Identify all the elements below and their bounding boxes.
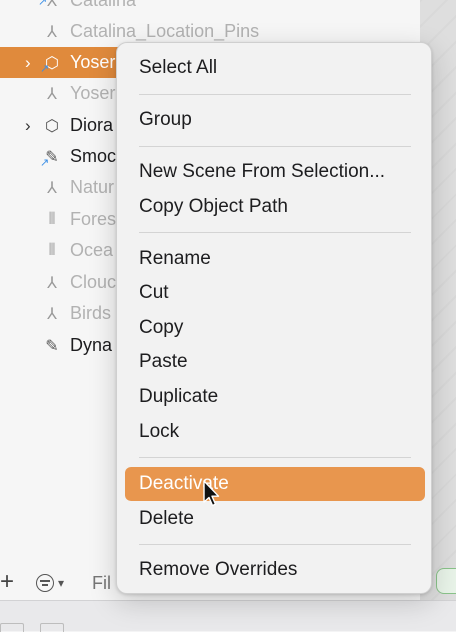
menu-separator	[139, 146, 411, 147]
node-icon: ⅄	[47, 85, 57, 103]
filter-icon	[36, 574, 54, 592]
menu-item-copy-object-path[interactable]: Copy Object Path	[125, 190, 425, 224]
menu-item-rename[interactable]: Rename	[125, 242, 425, 276]
outline-row-label: Diora	[70, 115, 114, 135]
chevron-right-icon[interactable]: ›	[25, 53, 31, 73]
menu-item-copy[interactable]: Copy	[125, 311, 425, 345]
override-badge-icon: ↗	[40, 157, 50, 169]
filter-menu-button[interactable]: ▾	[36, 568, 86, 598]
outline-row-label: Ocea	[70, 240, 114, 260]
menu-item-select-all[interactable]: Select All	[125, 51, 425, 85]
sound-icon: ⦀	[48, 210, 56, 228]
menu-item-duplicate[interactable]: Duplicate	[125, 380, 425, 414]
bottom-toolbar	[0, 600, 456, 632]
node-icon: ⅄	[47, 0, 57, 10]
menu-item-deactivate[interactable]: Deactivate	[125, 467, 425, 501]
menu-item-remove-overrides[interactable]: Remove Overrides	[125, 553, 425, 587]
sound-icon: ⦀	[48, 241, 56, 259]
outline-row-label: Birds	[70, 303, 112, 323]
menu-item-cut[interactable]: Cut	[125, 276, 425, 310]
toolbar-tab[interactable]	[0, 623, 24, 632]
menu-item-paste[interactable]: Paste	[125, 345, 425, 379]
outline-row-label: Catalina_Location_Pins	[70, 21, 260, 41]
node-icon: ⅄	[47, 305, 57, 323]
outline-row-label: Natur	[70, 177, 115, 197]
menu-item-new-scene-from-selection[interactable]: New Scene From Selection...	[125, 155, 425, 189]
paint-icon: ✎	[45, 337, 59, 355]
menu-separator	[139, 232, 411, 233]
outline-row-label: Dyna	[70, 335, 113, 355]
chevron-down-icon: ▾	[58, 576, 65, 590]
outline-row-label: Clouc	[70, 272, 117, 292]
outline-row-label: Yoser	[70, 52, 116, 72]
toolbar-tab[interactable]	[40, 623, 64, 632]
menu-item-group[interactable]: Group	[125, 103, 425, 137]
mouse-cursor-icon	[203, 480, 220, 507]
menu-separator	[139, 457, 411, 458]
menu-item-lock[interactable]: Lock	[125, 415, 425, 449]
add-icon[interactable]: +	[0, 570, 14, 594]
cube-icon: ⬡	[45, 117, 59, 135]
context-menu: Select All Group New Scene From Selectio…	[116, 42, 432, 594]
menu-separator	[139, 544, 411, 545]
chevron-right-icon[interactable]: ›	[25, 116, 31, 136]
override-badge-icon: ↗	[40, 63, 50, 75]
outline-row-label: Smoc	[70, 146, 117, 166]
node-icon: ⅄	[47, 274, 57, 292]
node-icon: ⅄	[47, 23, 57, 41]
outline-row-label: Catalina	[70, 0, 137, 10]
play-button[interactable]	[436, 568, 456, 594]
outline-row-label: Yoser	[70, 83, 116, 103]
node-icon: ⅄	[47, 179, 57, 197]
outline-row-label: Fores	[70, 209, 117, 229]
menu-item-delete[interactable]: Delete	[125, 502, 425, 536]
menu-separator	[139, 94, 411, 95]
outline-row[interactable]: ↗ ⅄ Catalina	[0, 0, 420, 16]
